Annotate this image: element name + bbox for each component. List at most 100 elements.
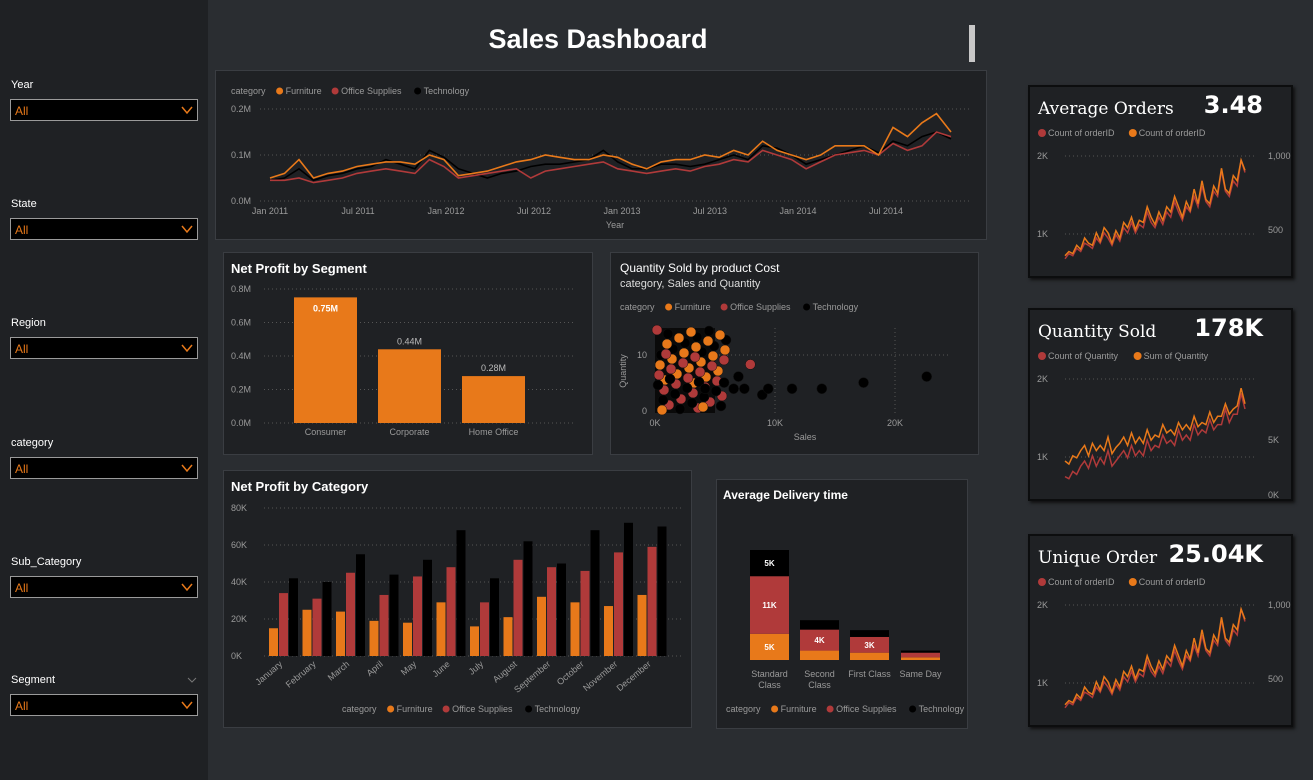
legend-item: Office Supplies [452,704,513,714]
bar [590,530,600,656]
sub-category-dropdown-value: All [15,581,29,595]
scatter-point [702,335,714,347]
data-label: 11K [762,601,776,610]
state-dropdown-value: All [15,223,29,237]
data-label: 3K [864,641,874,650]
y-tick-label: 0.1M [231,150,251,160]
y-axis-label: Quantity [618,354,628,388]
x-tick-label: Second [804,669,835,679]
legend-marker [1038,352,1046,360]
category-dropdown-value: All [15,462,29,476]
scatter-point [661,338,673,350]
kpi-title: Average Orders [1038,99,1174,119]
kpi-title: Unique Order [1038,548,1158,568]
x-tick-label: 10K [767,418,783,428]
sub-category-dropdown[interactable]: All [10,576,198,598]
legend-item: Count of orderID [1139,577,1206,587]
scatter-point [694,366,706,378]
bar [547,567,556,656]
chevron-down-icon [181,106,193,115]
y-tick-label: 1K [1037,678,1048,688]
scatter-point [710,385,722,397]
x-tick-label: Jan 2011 [252,206,288,216]
legend-title: category [231,86,266,96]
bar [279,593,288,656]
sparkline [1064,157,1246,257]
scatter-point [718,377,730,388]
legend-title: category [620,302,655,312]
filter-label-sub-category: Sub_Category [11,556,82,568]
bar [356,554,365,656]
sales-trend-chart: category Furniture Office Supplies Technolo… [231,86,971,230]
x-tick-label: November [581,659,619,693]
x-tick-label: Jan 2014 [779,206,816,216]
scatter-point [651,324,663,336]
legend-title: category [726,704,761,714]
x-tick-label: Home Office [469,427,519,437]
x-tick-label: September [512,659,552,695]
bar [379,594,389,656]
x-tick-label: January [253,659,284,688]
bar [462,376,525,423]
legend-marker [665,303,673,311]
bar [312,598,322,656]
legend-item: Furniture [675,302,711,312]
legend-item: Technology [424,86,470,96]
chevron-down-icon [181,464,193,473]
scatter-point [682,372,694,384]
legend-marker [414,87,422,95]
legend-item: Technology [813,302,859,312]
scatter-point [673,332,685,344]
year-dropdown[interactable]: All [10,99,198,121]
x-tick-label: Class [808,680,831,690]
legend-marker [826,705,834,713]
bar-segment [850,630,889,637]
legend-item: Office Supplies [730,302,791,312]
scatter-point [816,383,828,394]
qty-by-cost-panel: Quantity Sold by product Cost category, … [610,252,979,455]
delivery-time-panel: Average Delivery time 5K 11K 5K Standard Cla… [716,479,968,729]
x-tick-label: December [615,659,653,693]
bar-segment [800,620,839,630]
scatter-point [660,348,672,360]
delivery-time-chart: 5K11K5KStandardClass4KSecondClass3KFirst… [726,550,965,714]
x-tick-label: 20K [887,418,903,428]
bar-segment [901,657,940,660]
category-dropdown[interactable]: All [10,457,198,479]
legend-item: Count of orderID [1048,128,1115,138]
kpi-card-unique-order: Unique Order 25.04K Count of orderID Coun… [1028,534,1293,727]
kpi-sparkline-chart: Count of orderID Count of orderID 2K 1K 1,00… [1037,577,1291,709]
y-tick-label-right: 0K [1268,490,1279,499]
legend-marker [331,87,339,95]
kpi-sparkline-chart: Count of Quantity Sum of Quantity 2K 1K 5K 0K [1037,351,1279,499]
segment-collapse-chevron-icon[interactable] [187,676,197,684]
y-tick-label: 1K [1037,452,1048,462]
region-dropdown[interactable]: All [10,337,198,359]
bar [523,541,533,656]
scatter-point [657,394,669,406]
scatter-point [706,360,718,372]
scrollbar-handle[interactable] [969,25,975,62]
segment-dropdown[interactable]: All [10,694,198,716]
bar [513,559,523,656]
x-tick-label: Standard [751,669,788,679]
bar [480,602,489,656]
scatter-point [921,371,932,382]
bar-segment [901,652,940,658]
region-dropdown-value: All [15,342,29,356]
scatter-point [728,383,739,394]
x-tick-label: Consumer [305,427,347,437]
qty-by-cost-title: Quantity Sold by product Cost [620,261,780,275]
y-tick-label: 0.0M [231,418,251,428]
state-dropdown[interactable]: All [10,218,198,240]
y-tick-label: 60K [231,540,247,550]
scatter-point [662,328,674,340]
series-line-furniture [269,112,952,179]
data-label: 0.44M [397,336,422,346]
page-title: Sales Dashboard [488,24,708,54]
legend-marker [1128,129,1137,137]
scatter-point [656,404,668,416]
scatter-point [699,383,711,394]
scatter-point [652,379,664,391]
scatter-point [718,354,730,366]
